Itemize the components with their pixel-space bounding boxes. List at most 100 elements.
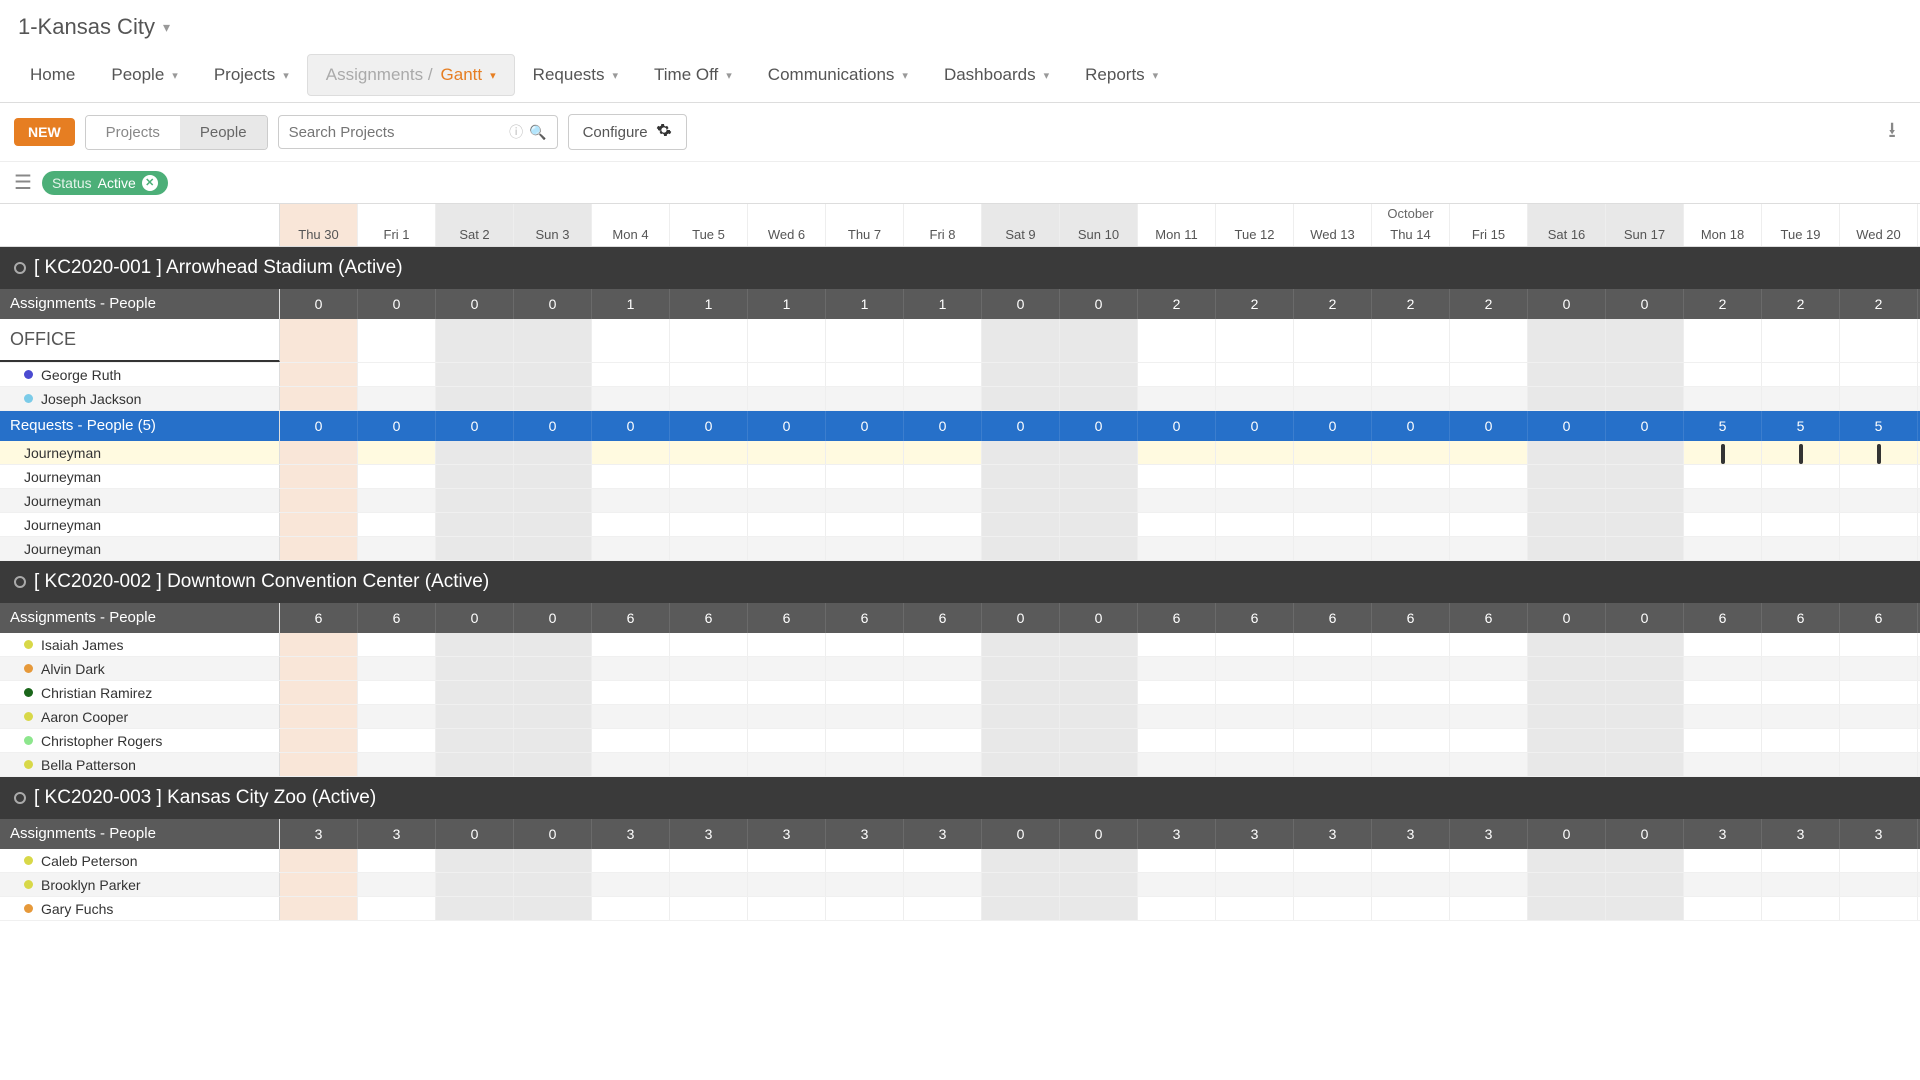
- gantt-cell[interactable]: [1450, 681, 1528, 704]
- gantt-cell[interactable]: [1684, 873, 1762, 896]
- configure-button[interactable]: Configure: [568, 114, 687, 150]
- gantt-cell[interactable]: [1762, 729, 1840, 752]
- gantt-cell[interactable]: [1762, 465, 1840, 488]
- gantt-cell[interactable]: [1450, 873, 1528, 896]
- gantt-cell[interactable]: [1840, 897, 1918, 920]
- gantt-cell[interactable]: [1840, 441, 1918, 464]
- gantt-cell[interactable]: [1294, 753, 1372, 776]
- gantt-cell[interactable]: [1528, 657, 1606, 680]
- workspace-selector[interactable]: 1-Kansas City ▾: [0, 0, 1920, 48]
- gantt-cell[interactable]: [1060, 729, 1138, 752]
- gantt-cell[interactable]: [1216, 633, 1294, 656]
- gantt-cell[interactable]: [1450, 753, 1528, 776]
- gantt-cell[interactable]: [826, 513, 904, 536]
- search-box[interactable]: ⓘ 🔍: [278, 115, 558, 149]
- gantt-cell[interactable]: [1528, 441, 1606, 464]
- gantt-cell[interactable]: [982, 849, 1060, 872]
- gantt-cell[interactable]: [904, 657, 982, 680]
- gantt-cell[interactable]: [592, 873, 670, 896]
- gantt-cell[interactable]: [748, 633, 826, 656]
- nav-item-dashboards[interactable]: Dashboards ▾: [926, 54, 1067, 96]
- gantt-cell[interactable]: [1060, 897, 1138, 920]
- day-header[interactable]: Thu 30: [280, 204, 358, 246]
- gantt-cell[interactable]: [1372, 681, 1450, 704]
- gantt-cell[interactable]: [670, 441, 748, 464]
- gantt-cell[interactable]: [436, 513, 514, 536]
- person-row[interactable]: Brooklyn Parker: [0, 873, 1920, 897]
- gantt-cell[interactable]: [1684, 729, 1762, 752]
- gantt-cell[interactable]: [436, 537, 514, 560]
- gantt-cell[interactable]: [1762, 873, 1840, 896]
- gantt-cell[interactable]: [826, 537, 904, 560]
- gantt-cell[interactable]: [280, 537, 358, 560]
- request-bar[interactable]: [1799, 444, 1803, 464]
- gantt-cell[interactable]: [1294, 489, 1372, 512]
- gantt-cell[interactable]: [1840, 729, 1918, 752]
- request-bar[interactable]: [1721, 444, 1725, 464]
- gantt-cell[interactable]: [592, 387, 670, 410]
- gantt-cell[interactable]: [1450, 513, 1528, 536]
- gantt-cell[interactable]: [1372, 489, 1450, 512]
- gantt-cell[interactable]: [1060, 537, 1138, 560]
- gantt-cell[interactable]: [436, 681, 514, 704]
- gantt-cell[interactable]: [592, 363, 670, 386]
- gantt-cell[interactable]: [1372, 387, 1450, 410]
- gantt-cell[interactable]: [826, 753, 904, 776]
- gantt-cell[interactable]: [982, 897, 1060, 920]
- gantt-cell[interactable]: [1372, 849, 1450, 872]
- gantt-cell[interactable]: [358, 513, 436, 536]
- gantt-cell[interactable]: [1684, 681, 1762, 704]
- gantt-cell[interactable]: [280, 465, 358, 488]
- gantt-cell[interactable]: [826, 465, 904, 488]
- info-icon[interactable]: ⓘ: [509, 122, 523, 142]
- gantt-cell[interactable]: [748, 849, 826, 872]
- gantt-cell[interactable]: [1060, 387, 1138, 410]
- assignments-section[interactable]: Assignments - People66006666600666660066…: [0, 603, 1920, 633]
- gantt-cell[interactable]: [1606, 705, 1684, 728]
- gantt-cell[interactable]: [1450, 657, 1528, 680]
- gantt-cell[interactable]: [514, 897, 592, 920]
- gantt-cell[interactable]: [1216, 681, 1294, 704]
- person-row[interactable]: George Ruth: [0, 363, 1920, 387]
- gantt-cell[interactable]: [358, 849, 436, 872]
- day-header[interactable]: Mon 11: [1138, 204, 1216, 246]
- gantt-cell[interactable]: [1294, 513, 1372, 536]
- day-header[interactable]: Fri 1: [358, 204, 436, 246]
- gantt-cell[interactable]: [1762, 753, 1840, 776]
- request-row[interactable]: Journeyman: [0, 489, 1920, 513]
- gantt-cell[interactable]: [280, 897, 358, 920]
- gantt-cell[interactable]: [1762, 387, 1840, 410]
- gantt-cell[interactable]: [904, 873, 982, 896]
- gantt-cell[interactable]: [1372, 441, 1450, 464]
- gantt-cell[interactable]: [982, 513, 1060, 536]
- search-icon[interactable]: 🔍: [529, 124, 546, 141]
- gantt-cell[interactable]: [1606, 729, 1684, 752]
- gantt-cell[interactable]: [904, 441, 982, 464]
- gantt-cell[interactable]: [514, 513, 592, 536]
- gantt-cell[interactable]: [280, 657, 358, 680]
- gantt-cell[interactable]: [1216, 657, 1294, 680]
- gantt-cell[interactable]: [748, 897, 826, 920]
- gantt-cell[interactable]: [1684, 465, 1762, 488]
- nav-item-home[interactable]: Home: [12, 54, 93, 96]
- gantt-cell[interactable]: [1216, 873, 1294, 896]
- gantt-cell[interactable]: [748, 753, 826, 776]
- gantt-cell[interactable]: [1138, 705, 1216, 728]
- gantt-cell[interactable]: [748, 657, 826, 680]
- gantt-cell[interactable]: [1372, 513, 1450, 536]
- gantt-cell[interactable]: [1216, 537, 1294, 560]
- gantt-cell[interactable]: [1840, 633, 1918, 656]
- day-header[interactable]: Sun 3: [514, 204, 592, 246]
- gantt-cell[interactable]: [748, 465, 826, 488]
- gantt-cell[interactable]: [982, 387, 1060, 410]
- toggle-people[interactable]: People: [180, 116, 267, 149]
- gantt-cell[interactable]: [904, 537, 982, 560]
- person-row[interactable]: Aaron Cooper: [0, 705, 1920, 729]
- gantt-cell[interactable]: [1528, 681, 1606, 704]
- assignments-section[interactable]: Assignments - People33003333300333330033…: [0, 819, 1920, 849]
- day-header[interactable]: Sun 17: [1606, 204, 1684, 246]
- gantt-cell[interactable]: [592, 849, 670, 872]
- gantt-cell[interactable]: [1138, 537, 1216, 560]
- gantt-cell[interactable]: [1294, 633, 1372, 656]
- person-row[interactable]: Bella Patterson: [0, 753, 1920, 777]
